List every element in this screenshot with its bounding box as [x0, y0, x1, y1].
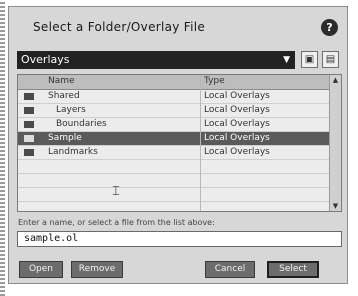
list-item[interactable]: Boundaries Local Overlays — [18, 118, 331, 132]
list-item-type: Local Overlays — [204, 133, 270, 143]
list-item-type: Local Overlays — [204, 147, 270, 157]
list-item-type: Local Overlays — [204, 91, 270, 101]
scroll-up-icon[interactable]: ▲ — [330, 76, 341, 84]
list-item-name: Boundaries — [56, 119, 107, 129]
empty-row — [18, 174, 331, 188]
column-header-name[interactable]: Name — [48, 76, 75, 86]
overlay-file-dialog: Select a Folder/Overlay File ? Overlays … — [8, 6, 348, 284]
list-header: Name Type — [18, 75, 331, 90]
overlay-file-icon — [24, 93, 34, 100]
new-folder-button[interactable]: ▣ — [301, 51, 318, 68]
column-divider — [200, 75, 201, 211]
overlay-file-icon — [24, 107, 34, 114]
select-button[interactable]: Select — [267, 261, 319, 278]
open-button[interactable]: Open — [19, 261, 63, 278]
list-item-selected[interactable]: Sample Local Overlays — [18, 132, 331, 146]
folder-icon: ▣ — [304, 54, 315, 65]
list-item[interactable]: Shared Local Overlays — [18, 90, 331, 104]
list-item-name: Shared — [48, 91, 80, 101]
scroll-down-icon[interactable]: ▼ — [330, 202, 341, 210]
folder-select-value: Overlays — [21, 53, 70, 66]
help-icon[interactable]: ? — [321, 19, 338, 36]
delete-button[interactable]: ▤ — [322, 51, 339, 68]
cancel-button[interactable]: Cancel — [205, 261, 255, 278]
list-item[interactable]: Layers Local Overlays — [18, 104, 331, 118]
dialog-title: Select a Folder/Overlay File — [33, 20, 206, 34]
list-item[interactable]: Landmarks Local Overlays — [18, 146, 331, 160]
vertical-scrollbar[interactable]: ▲ ▼ — [329, 75, 341, 211]
text-cursor-icon: ⌶ — [112, 184, 120, 199]
empty-row — [18, 188, 331, 202]
overlay-file-icon — [24, 121, 34, 128]
chevron-down-icon: ▼ — [283, 55, 290, 65]
page-edge-decoration — [0, 0, 5, 296]
list-item-name: Layers — [56, 105, 86, 115]
overlay-file-icon — [24, 135, 34, 142]
list-item-type: Local Overlays — [204, 105, 270, 115]
folder-select[interactable]: Overlays ▼ — [17, 51, 295, 69]
empty-row — [18, 160, 331, 174]
list-item-name: Landmarks — [48, 147, 98, 157]
overlay-file-icon — [24, 149, 34, 156]
remove-button[interactable]: Remove — [71, 261, 123, 278]
list-item-name: Sample — [48, 133, 82, 143]
column-header-type[interactable]: Type — [204, 76, 225, 86]
file-list[interactable]: Name Type Shared Local Overlays Layers L… — [17, 74, 342, 212]
trash-icon: ▤ — [325, 54, 336, 65]
list-item-type: Local Overlays — [204, 119, 270, 129]
filename-hint: Enter a name, or select a file from the … — [18, 218, 215, 227]
filename-input[interactable]: sample.ol — [17, 231, 342, 247]
